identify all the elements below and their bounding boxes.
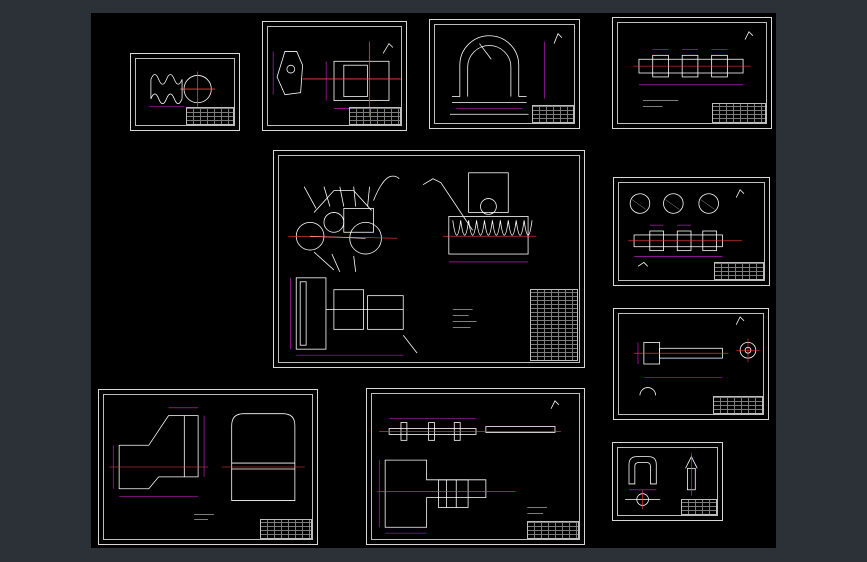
parts-list-table [530, 289, 578, 361]
title-block [713, 396, 763, 414]
drawing-sheet-8[interactable] [98, 389, 318, 545]
title-block [714, 262, 764, 280]
drawing-sheet-4[interactable] [612, 17, 772, 129]
drawing-sheet-10[interactable] [612, 442, 723, 521]
drawing-sheet-3[interactable] [429, 19, 580, 129]
title-block [186, 107, 234, 125]
title-block [532, 105, 574, 123]
drawing-sheet-2[interactable] [262, 21, 407, 131]
drawing-sheet-6[interactable] [613, 177, 770, 286]
title-block [527, 521, 579, 539]
drawing-canvas[interactable] [91, 13, 776, 548]
drawing-sheet-1[interactable] [130, 53, 240, 131]
drawing-sheet-9[interactable] [366, 388, 585, 545]
title-block [349, 107, 401, 125]
drawing-sheet-7[interactable] [613, 308, 769, 420]
drawing-sheet-5-main-assembly[interactable] [273, 150, 585, 368]
title-block [712, 103, 766, 123]
title-block [681, 499, 717, 515]
title-block [260, 519, 312, 539]
